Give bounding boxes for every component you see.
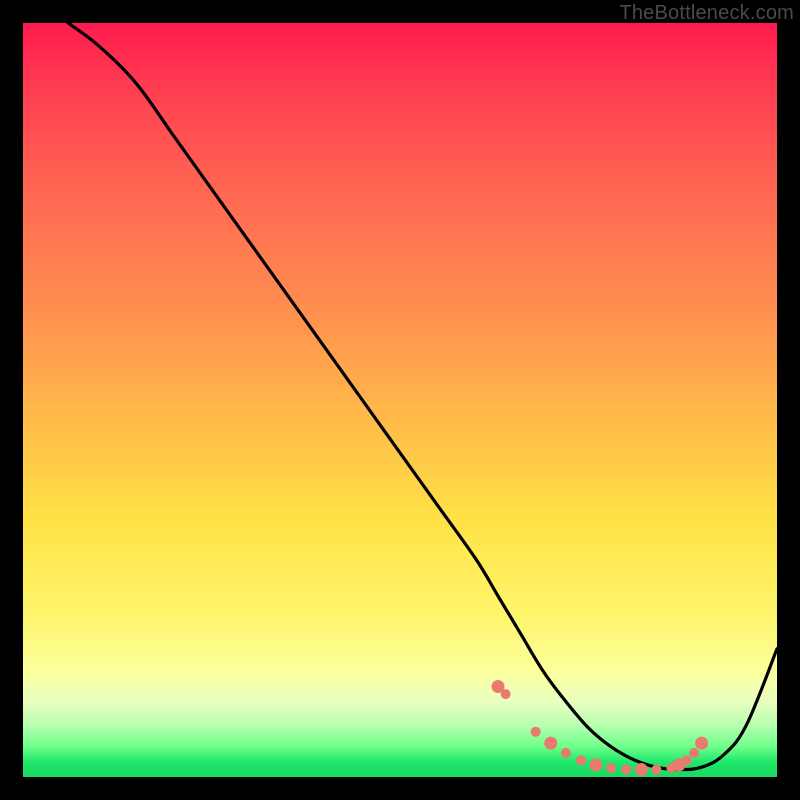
marker-point <box>689 748 699 758</box>
marker-point <box>635 763 648 776</box>
marker-point <box>544 737 557 750</box>
watermark-text: TheBottleneck.com <box>619 2 794 25</box>
marker-point <box>695 737 708 750</box>
chart-svg <box>23 23 777 777</box>
chart-frame: TheBottleneck.com <box>0 0 800 800</box>
plot-area <box>23 23 777 777</box>
marker-point <box>682 755 692 765</box>
marker-point <box>531 727 541 737</box>
marker-point <box>590 758 603 771</box>
bottleneck-curve <box>68 23 777 770</box>
marker-group <box>492 680 709 776</box>
marker-point <box>576 755 586 765</box>
marker-point <box>561 748 571 758</box>
marker-point <box>501 689 511 699</box>
marker-point <box>606 763 616 773</box>
marker-point <box>651 765 661 775</box>
marker-point <box>621 765 631 775</box>
